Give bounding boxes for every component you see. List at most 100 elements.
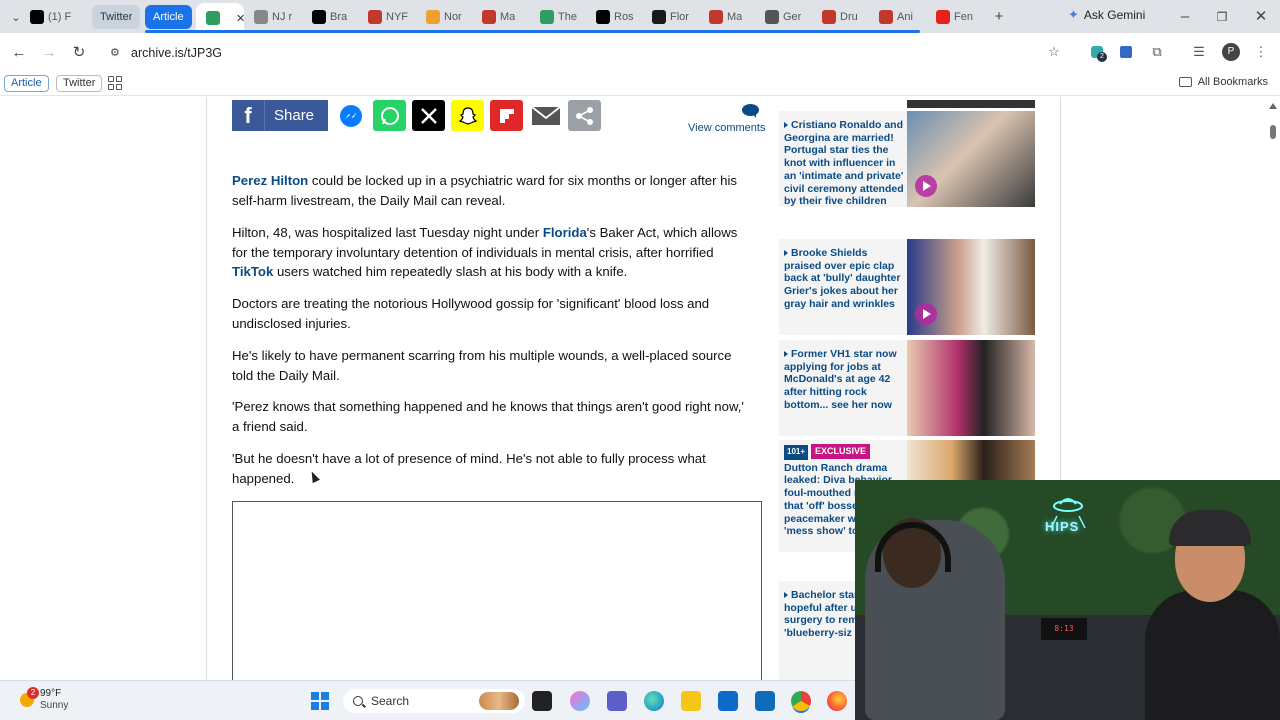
video-play-icon[interactable] bbox=[915, 303, 937, 325]
whatsapp-share-icon[interactable] bbox=[373, 100, 406, 131]
article-text: 'But he doesn't have a lot of presence o… bbox=[232, 451, 706, 486]
article-text: Hilton, 48, was hospitalized last Tuesda… bbox=[232, 225, 543, 240]
menu-kebab-icon[interactable]: ⋮ bbox=[1252, 43, 1270, 61]
flipboard-share-icon[interactable] bbox=[490, 100, 523, 131]
restore-icon[interactable]: ❐ bbox=[1212, 7, 1232, 27]
bookmark-twitter[interactable]: Twitter bbox=[56, 75, 103, 92]
puzzle-extensions-icon[interactable]: ⧉ bbox=[1148, 43, 1166, 61]
x-share-icon[interactable] bbox=[412, 100, 445, 131]
tab-3[interactable]: ✕ bbox=[196, 3, 245, 33]
tab-13[interactable]: Ger bbox=[765, 5, 811, 29]
new-tab-button[interactable]: + bbox=[989, 6, 1009, 26]
tab-12[interactable]: Ma bbox=[709, 5, 755, 29]
forward-button[interactable]: → bbox=[39, 42, 59, 62]
reading-list-icon[interactable]: ☰ bbox=[1190, 43, 1208, 61]
tab-label: Dru bbox=[840, 11, 858, 23]
arrow-bullet-icon bbox=[784, 250, 788, 256]
weather-temperature: 99°F bbox=[40, 688, 62, 699]
more-share-icon[interactable] bbox=[568, 100, 601, 131]
close-tab-icon[interactable]: ✕ bbox=[236, 12, 245, 25]
edge-icon[interactable] bbox=[644, 691, 664, 711]
x-logo bbox=[30, 10, 44, 24]
article-link[interactable]: Perez Hilton bbox=[232, 173, 308, 188]
site-info-icon[interactable]: ⚙ bbox=[110, 46, 120, 59]
sidebar-story-title[interactable]: Cristiano Ronaldo and Georgina are marri… bbox=[784, 119, 904, 208]
sidebar-story[interactable]: Former VH1 star now applying for jobs at… bbox=[779, 340, 1035, 436]
tab-14[interactable]: Dru bbox=[822, 5, 868, 29]
chrome-icon[interactable] bbox=[791, 691, 811, 711]
reload-button[interactable]: ↻ bbox=[69, 42, 89, 62]
sidebar-story[interactable]: Brooke Shields praised over epic clap ba… bbox=[779, 239, 1035, 335]
tab-6[interactable]: NYF bbox=[368, 5, 414, 29]
windows-taskbar: 2 99°F Sunny Search bbox=[0, 680, 855, 720]
taskbar-search[interactable]: Search bbox=[343, 689, 525, 713]
bookmark-article[interactable]: Article bbox=[4, 75, 49, 92]
tab-label: Article bbox=[153, 11, 184, 23]
sidebar-story-title[interactable]: Former VH1 star now applying for jobs at… bbox=[784, 348, 904, 412]
sidebar-story-title[interactable]: Brooke Shields praised over epic clap ba… bbox=[784, 247, 904, 311]
archive-red-icon bbox=[822, 10, 836, 24]
tab-4[interactable]: NJ r bbox=[254, 5, 302, 29]
tab-0[interactable]: (1) F bbox=[30, 5, 80, 29]
all-bookmarks-button[interactable]: All Bookmarks bbox=[1178, 76, 1268, 88]
neon-sign-text: HIPS bbox=[1045, 519, 1080, 534]
store-icon[interactable] bbox=[718, 691, 738, 711]
firefox-icon[interactable] bbox=[827, 691, 847, 711]
messenger-share-icon[interactable] bbox=[334, 100, 367, 131]
tab-16[interactable]: Fen bbox=[936, 5, 976, 29]
tab-10[interactable]: Ros bbox=[596, 5, 642, 29]
snapchat-share-icon[interactable] bbox=[451, 100, 484, 131]
ask-gemini-label: Ask Gemini bbox=[1083, 8, 1146, 22]
teams-icon[interactable] bbox=[607, 691, 627, 711]
reader-extension-icon[interactable] bbox=[1117, 43, 1135, 61]
file-explorer-icon[interactable] bbox=[681, 691, 701, 711]
tab-label: Bra bbox=[330, 11, 348, 23]
tab-2[interactable]: Article bbox=[145, 5, 192, 29]
article-paragraph: He's likely to have permanent scarring f… bbox=[232, 346, 752, 385]
mail-icon[interactable] bbox=[755, 691, 775, 711]
sidebar-story-thumbnail[interactable] bbox=[907, 440, 1035, 484]
profile-avatar[interactable]: P bbox=[1222, 43, 1240, 61]
windows-start-icon[interactable] bbox=[311, 692, 329, 710]
article-text: Doctors are treating the notorious Holly… bbox=[232, 296, 710, 331]
weather-widget[interactable]: 2 99°F Sunny bbox=[20, 687, 68, 712]
address-bar[interactable]: ⚙ archive.is/tJP3G bbox=[102, 38, 1112, 67]
tab-7[interactable]: Nor bbox=[426, 5, 472, 29]
sidebar-story-thumbnail[interactable] bbox=[907, 340, 1035, 436]
close-window-icon[interactable]: ✕ bbox=[1251, 6, 1271, 26]
tab-1[interactable]: Twitter bbox=[92, 5, 141, 29]
dots-icon bbox=[765, 10, 779, 24]
scroll-up-arrow-icon[interactable] bbox=[1269, 103, 1277, 109]
email-share-icon[interactable] bbox=[529, 100, 562, 131]
scrollbar-thumb[interactable] bbox=[1270, 125, 1276, 139]
tab-label: Ger bbox=[783, 11, 802, 23]
minimize-icon[interactable]: – bbox=[1175, 6, 1195, 26]
tab-15[interactable]: Ani bbox=[879, 5, 925, 29]
video-player-placeholder[interactable] bbox=[232, 501, 762, 680]
copilot-icon[interactable] bbox=[570, 691, 590, 711]
article-paragraph: 'But he doesn't have a lot of presence o… bbox=[232, 449, 752, 488]
tab-8[interactable]: Ma bbox=[482, 5, 528, 29]
apps-grid-icon[interactable] bbox=[108, 76, 122, 90]
comment-bubble-icon[interactable] bbox=[742, 104, 759, 118]
extension-icon[interactable]: 2 bbox=[1088, 43, 1107, 62]
all-bookmarks-label: All Bookmarks bbox=[1197, 76, 1268, 88]
bookmarks-bar: Article Twitter All Bookmarks bbox=[0, 71, 1280, 96]
facebook-share-button[interactable]: f Share bbox=[232, 100, 328, 131]
task-view-icon[interactable] bbox=[532, 691, 552, 711]
bookmark-star-icon[interactable]: ☆ bbox=[1045, 43, 1063, 61]
tab-search-chevron-icon[interactable]: ⌄ bbox=[6, 7, 26, 27]
ask-gemini-button[interactable]: ✦ Ask Gemini bbox=[1068, 7, 1145, 23]
article-link[interactable]: Florida bbox=[543, 225, 587, 240]
article-paragraph: Perez Hilton could be locked up in a psy… bbox=[232, 171, 752, 210]
tab-5[interactable]: Bra bbox=[312, 5, 358, 29]
view-comments-link[interactable]: View comments bbox=[688, 122, 765, 134]
article-link[interactable]: TikTok bbox=[232, 264, 273, 279]
tab-11[interactable]: Flor bbox=[652, 5, 698, 29]
tab-label: Ma bbox=[500, 11, 516, 23]
url-text[interactable]: archive.is/tJP3G bbox=[131, 46, 222, 60]
video-play-icon[interactable] bbox=[915, 175, 937, 197]
back-button[interactable]: ← bbox=[9, 42, 29, 62]
sidebar-story[interactable]: Cristiano Ronaldo and Georgina are marri… bbox=[779, 111, 1035, 207]
tab-9[interactable]: The bbox=[540, 5, 586, 29]
